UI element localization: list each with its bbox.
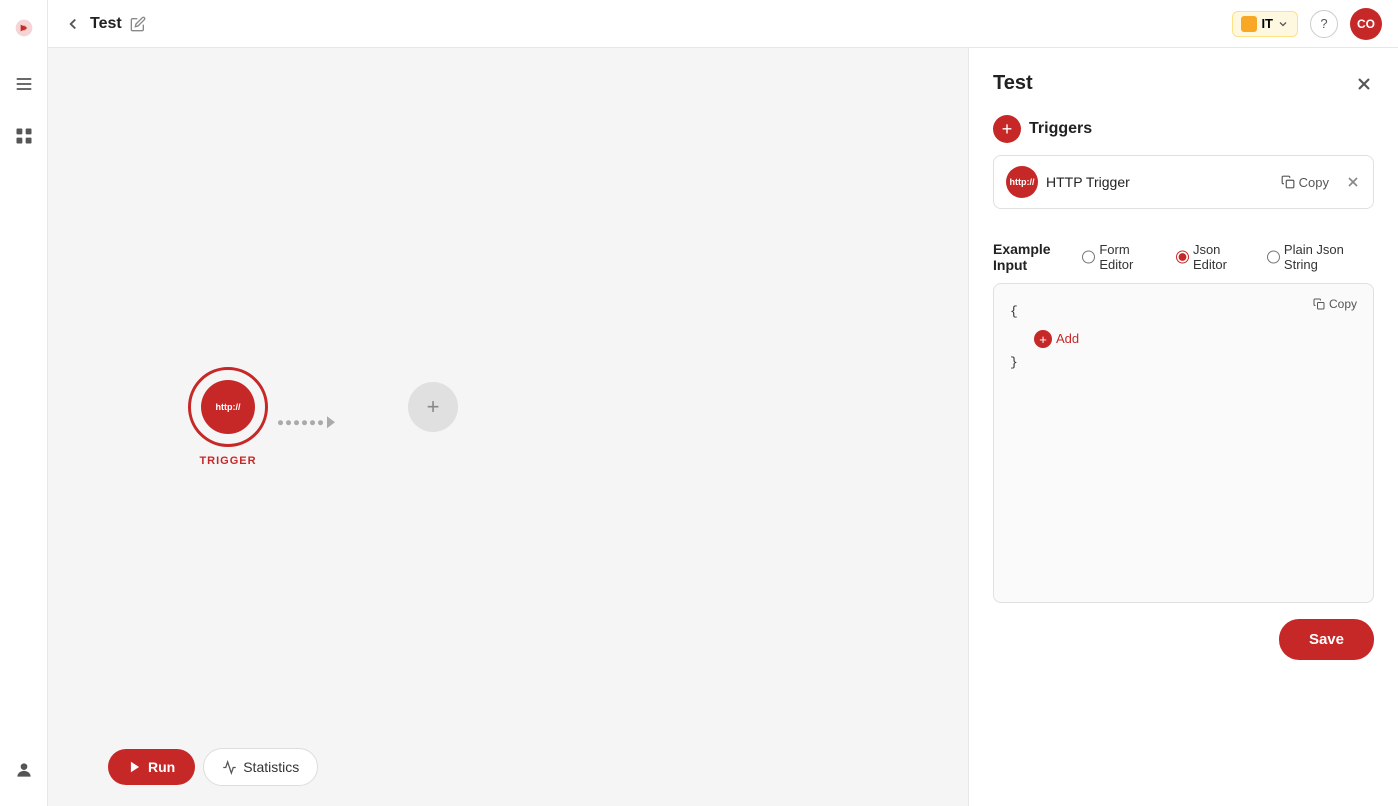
trigger-label: TRIGGER (199, 455, 256, 467)
add-node-button[interactable]: + (408, 382, 458, 432)
topbar-right: IT ? CO (1232, 8, 1382, 40)
form-editor-option[interactable]: Form Editor (1082, 242, 1162, 272)
menu-lines-icon[interactable] (8, 68, 40, 100)
back-button[interactable] (64, 15, 82, 33)
run-button[interactable]: Run (108, 749, 195, 785)
plain-json-label: Plain Json String (1284, 242, 1374, 272)
topbar: Test IT ? CO (48, 0, 1398, 48)
json-copy-button[interactable]: Copy (1307, 294, 1363, 314)
triggers-section: + Triggers http:// HTTP Trigger Copy (993, 115, 1374, 209)
json-close-brace: } (1010, 351, 1357, 374)
save-button[interactable]: Save (1279, 619, 1374, 660)
trigger-inner-circle: http:// (201, 380, 255, 434)
workspace-selector[interactable]: IT (1232, 11, 1298, 37)
workspace-label: IT (1261, 16, 1273, 31)
json-editor-label: Json Editor (1193, 242, 1253, 272)
triggers-header: + Triggers (993, 115, 1374, 143)
panel-header: Test (993, 72, 1374, 95)
play-icon (128, 760, 142, 774)
help-icon: ? (1320, 16, 1327, 31)
example-input-label: Example Input (993, 241, 1082, 273)
page-title: Test (90, 15, 122, 33)
panel-close-button[interactable] (1354, 74, 1374, 94)
plain-json-radio[interactable] (1267, 250, 1280, 264)
canvas-area: http:// TRIGGER + Run Statistics (48, 48, 968, 806)
add-field-icon: + (1034, 330, 1052, 348)
example-input-section: Example Input Form Editor Json Editor Pl… (993, 241, 1374, 603)
add-trigger-button[interactable]: + (993, 115, 1021, 143)
chart-icon (222, 760, 237, 775)
workspace-dot (1241, 16, 1257, 32)
copy-small-icon (1313, 298, 1325, 310)
dot-line (278, 420, 323, 425)
trigger-badge: http:// (216, 402, 241, 412)
grid-apps-icon[interactable] (8, 120, 40, 152)
form-editor-label: Form Editor (1099, 242, 1162, 272)
add-field-button[interactable]: + Add (1034, 327, 1357, 350)
right-panel: Test + Triggers http:// HTTP Trigger Cop… (968, 48, 1398, 806)
arrow-head (327, 416, 335, 428)
form-editor-radio[interactable] (1082, 250, 1095, 264)
json-editor-radio[interactable] (1176, 250, 1189, 264)
workflow-canvas[interactable]: http:// TRIGGER + (48, 48, 968, 806)
sidebar (0, 0, 48, 806)
panel-title: Test (993, 72, 1033, 95)
bottom-bar: Run Statistics (108, 748, 318, 786)
json-add-field[interactable]: + Add (1010, 327, 1357, 350)
user-profile-icon[interactable] (8, 754, 40, 786)
edit-title-button[interactable] (130, 16, 146, 32)
trigger-delete-button[interactable] (1345, 174, 1361, 190)
help-button[interactable]: ? (1310, 10, 1338, 38)
copy-icon (1281, 175, 1295, 189)
trigger-item-badge: http:// (1006, 166, 1038, 198)
json-editor-option[interactable]: Json Editor (1176, 242, 1253, 272)
statistics-button[interactable]: Statistics (203, 748, 318, 786)
example-input-header: Example Input Form Editor Json Editor Pl… (993, 241, 1374, 273)
json-open-brace: { (1010, 300, 1357, 323)
trigger-item-name: HTTP Trigger (1046, 174, 1265, 190)
json-editor[interactable]: Copy { + Add } (993, 283, 1374, 603)
user-avatar[interactable]: CO (1350, 8, 1382, 40)
triggers-label: Triggers (1029, 120, 1092, 138)
connector-line (278, 416, 335, 428)
plain-json-option[interactable]: Plain Json String (1267, 242, 1374, 272)
trigger-outer-ring: http:// (188, 367, 268, 447)
trigger-item: http:// HTTP Trigger Copy (993, 155, 1374, 209)
app-logo[interactable] (8, 12, 40, 44)
add-trigger-icon: + (1002, 120, 1013, 138)
trigger-node[interactable]: http:// TRIGGER (188, 367, 268, 467)
add-node-icon: + (427, 394, 440, 420)
trigger-copy-button[interactable]: Copy (1273, 171, 1337, 194)
editor-type-radio-group: Form Editor Json Editor Plain Json Strin… (1082, 242, 1374, 272)
